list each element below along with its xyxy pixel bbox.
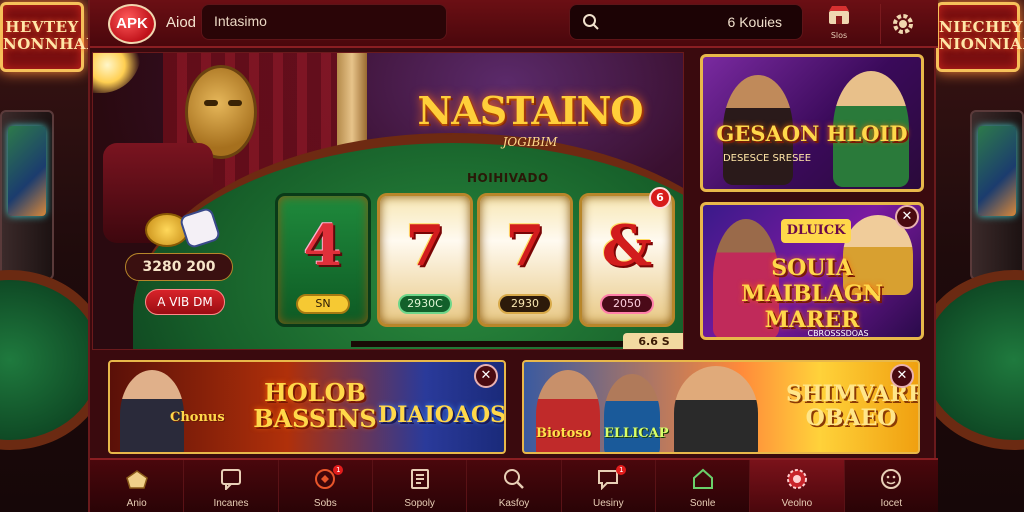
nav-item-uesiny[interactable]: 1 Uesiny xyxy=(562,460,656,512)
nav-label: Anio xyxy=(126,498,147,509)
search-icon xyxy=(582,13,600,35)
nav-item-sopoly[interactable]: Sopoly xyxy=(373,460,468,512)
notification-badge: 1 xyxy=(616,465,627,475)
balance-badge: 3280 200 xyxy=(125,253,233,281)
promo-tag: DLUICK xyxy=(781,219,851,243)
nav-item-home[interactable]: Anio xyxy=(90,460,185,512)
slot-reel-1[interactable]: 4 SN xyxy=(275,193,371,327)
promo-card-2[interactable]: DLUICK SOUIA MAIBLAGN MARER CBROSSSDOAS … xyxy=(700,202,924,340)
close-icon[interactable]: ✕ xyxy=(895,205,919,229)
man-character xyxy=(674,366,758,452)
home-icon xyxy=(124,470,150,494)
reel-symbol: & xyxy=(601,213,653,279)
title-field[interactable]: Intasimo xyxy=(201,4,447,40)
boy-character xyxy=(604,374,660,452)
reel-symbol: 7 xyxy=(505,213,545,279)
reel-caption: HOIHIVADO xyxy=(467,171,549,185)
nav-item-incanes[interactable]: Incanes xyxy=(184,460,279,512)
close-icon[interactable]: ✕ xyxy=(890,364,914,388)
right-neon-sign: NIECHEY NIONNIAL xyxy=(936,2,1024,72)
store-button[interactable]: Slos xyxy=(817,4,861,44)
corner-label: 6.6 S xyxy=(623,333,683,349)
nav-item-veolno[interactable]: Veolno xyxy=(750,460,845,512)
banner-label: Biotoso xyxy=(536,426,592,441)
notification-badge: 1 xyxy=(333,465,344,475)
apk-logo[interactable]: APK xyxy=(108,4,156,44)
nav-item-kasfoy[interactable]: Kasfoy xyxy=(467,460,562,512)
promo-subtitle: DESESCE SRESEE xyxy=(722,153,812,164)
slot-reel-4[interactable]: & 2050 xyxy=(579,193,675,327)
left-casino-backdrop: HEVTEY NONNHAL xyxy=(0,0,92,512)
promo-card-1[interactable]: GESAON HLOID DESESCE SRESEE xyxy=(700,54,924,192)
nav-label: Incanes xyxy=(213,498,249,509)
nav-label: Sopoly xyxy=(404,498,435,509)
lamp xyxy=(93,53,141,93)
game-banner-1[interactable]: Chonus HOLOB BASSINS DIAIOAOS ✕ xyxy=(108,360,506,454)
search-input[interactable]: 6 Kouies xyxy=(569,4,803,40)
reel-label: 2050 xyxy=(600,294,654,314)
nav-label: Uesiny xyxy=(593,498,624,509)
right-casino-backdrop: NIECHEY NIONNIAL xyxy=(932,0,1024,512)
reel-symbol: 7 xyxy=(405,213,445,279)
nav-item-iocet[interactable]: Iocet xyxy=(845,460,938,512)
casino-chip-icon xyxy=(784,469,810,494)
nav-label: Iocet xyxy=(880,498,903,509)
left-poker-table xyxy=(0,270,92,450)
banner-label: Chonus xyxy=(170,410,225,425)
vip-button[interactable]: A VIB DM xyxy=(145,289,225,315)
right-poker-table xyxy=(932,270,1024,450)
store-icon xyxy=(826,6,852,30)
settings-button[interactable] xyxy=(880,4,924,44)
woman-character xyxy=(536,370,600,452)
nav-label: Sobs xyxy=(313,498,337,509)
promo-title: SOUIA MAIBLAGN MARER xyxy=(741,255,883,333)
left-neon-sign: HEVTEY NONNHAL xyxy=(0,2,92,72)
right-arcade-machine xyxy=(970,110,1024,280)
bottom-navigation: Anio Incanes 1 Sobs Sopoly Kasfoy 1 Uesi… xyxy=(90,458,938,512)
reel-label: SN xyxy=(296,294,350,314)
house-icon xyxy=(690,468,716,494)
reel-badge[interactable]: 6 xyxy=(649,187,671,209)
slot-reel-3[interactable]: 7 2930 xyxy=(477,193,573,327)
store-label: Slos xyxy=(830,31,848,40)
left-arcade-machine xyxy=(0,110,54,280)
search-text: 6 Kouies xyxy=(727,14,782,30)
search-icon xyxy=(501,469,527,494)
slot-reel-2[interactable]: 7 2930C xyxy=(377,193,473,327)
close-icon[interactable]: ✕ xyxy=(474,364,498,388)
hero-title: NASTAINO xyxy=(417,88,644,133)
nav-item-sonle[interactable]: Sonle xyxy=(656,460,751,512)
nav-item-sobs[interactable]: 1 Sobs xyxy=(279,460,373,512)
casino-app-window: APK Aiod Intasimo 6 Kouies Slos NASTAINO… xyxy=(88,0,938,512)
profile-icon xyxy=(878,469,904,494)
reel-label: 2930 xyxy=(498,294,552,314)
message-icon xyxy=(595,470,621,494)
promo-title: GESAON HLOID xyxy=(716,121,908,146)
banner-title-secondary: DIAIOAOS xyxy=(378,402,506,428)
banner-label-secondary: ELLICAP xyxy=(604,426,669,441)
top-bar: APK Aiod Intasimo 6 Kouies Slos xyxy=(90,0,938,48)
brand-text: Aiod xyxy=(166,14,197,31)
reel-symbol: 4 xyxy=(303,213,343,279)
nav-label: Kasfoy xyxy=(498,498,530,509)
game-banner-2[interactable]: Biotoso ELLICAP SHIMVARR OBAEO ✕ xyxy=(522,360,920,454)
chat-icon xyxy=(218,469,244,494)
nav-label: Veolno xyxy=(781,498,813,509)
promo-subtitle: CBROSSSDOAS xyxy=(807,329,869,338)
featured-slot-hero[interactable]: NASTAINO JOGIBIM HOIHIVADO 4 SN 7 2930C … xyxy=(92,52,684,350)
banner-title: SHIMVARR OBAEO xyxy=(786,381,920,431)
reel-label: 2930C xyxy=(398,294,452,314)
hero-subtitle: JOGIBIM xyxy=(502,135,558,149)
banner-title: HOLOB BASSINS xyxy=(253,378,377,433)
nav-label: Sonle xyxy=(689,498,716,509)
rewards-icon xyxy=(312,469,338,494)
gear-icon xyxy=(888,14,918,43)
ledger-icon xyxy=(407,469,433,494)
